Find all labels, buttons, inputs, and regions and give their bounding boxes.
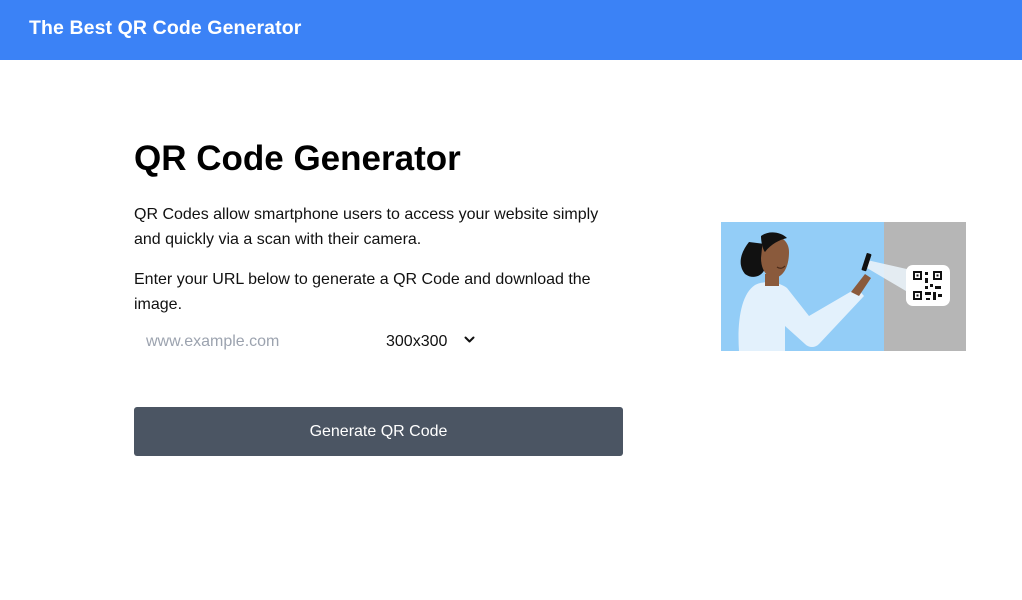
intro-paragraph: QR Codes allow smartphone users to acces… [134, 206, 599, 248]
person-scanning-illustration [721, 222, 966, 351]
size-select-value: 300x300 [386, 333, 448, 350]
instructions-paragraph: Enter your URL below to generate a QR Co… [134, 271, 591, 313]
generate-qr-button[interactable]: Generate QR Code [134, 407, 623, 456]
top-navbar: The Best QR Code Generator [0, 0, 1022, 60]
chevron-down-icon [464, 336, 475, 343]
page-title: QR Code Generator [134, 139, 461, 178]
url-input[interactable] [134, 329, 374, 355]
size-select[interactable]: 300x300 [382, 329, 482, 355]
brand-title[interactable]: The Best QR Code Generator [29, 17, 301, 40]
